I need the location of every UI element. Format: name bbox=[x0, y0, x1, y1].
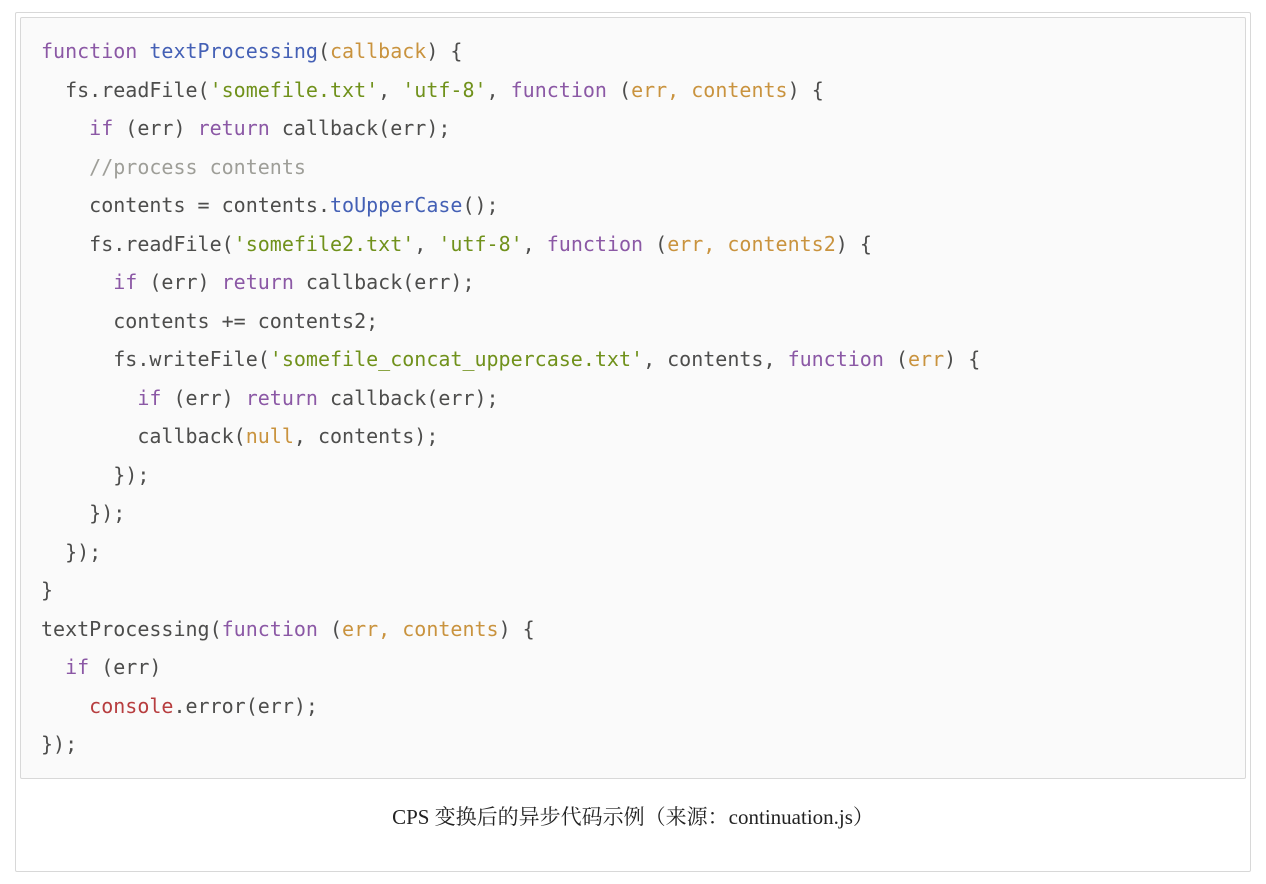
code-text: }); bbox=[41, 540, 101, 564]
keyword: function bbox=[222, 617, 318, 641]
code-text: (err) bbox=[137, 270, 221, 294]
keyword: return bbox=[246, 386, 318, 410]
keyword: if bbox=[89, 116, 113, 140]
code-text: , bbox=[523, 232, 547, 256]
code-text bbox=[41, 270, 113, 294]
code-text: contents += contents2; bbox=[41, 309, 378, 333]
builtin: console bbox=[89, 694, 173, 718]
code-text: textProcessing( bbox=[41, 617, 222, 641]
param: err, contents bbox=[631, 78, 788, 102]
code-text: (); bbox=[462, 193, 498, 217]
param: err, contents2 bbox=[667, 232, 836, 256]
code-text bbox=[41, 155, 89, 179]
code-text: ( bbox=[318, 39, 330, 63]
code-text: , contents); bbox=[294, 424, 439, 448]
string: 'somefile_concat_uppercase.txt' bbox=[270, 347, 643, 371]
code-text bbox=[41, 386, 137, 410]
figure-container: function textProcessing(callback) { fs.r… bbox=[15, 12, 1251, 872]
keyword: function bbox=[547, 232, 643, 256]
literal: null bbox=[246, 424, 294, 448]
code-text: .error(err); bbox=[173, 694, 318, 718]
code-text: } bbox=[41, 578, 53, 602]
code-text: (err) bbox=[113, 116, 197, 140]
code-text: contents = contents. bbox=[41, 193, 330, 217]
code-text: }); bbox=[41, 732, 77, 756]
code-text: , bbox=[414, 232, 438, 256]
code-text: ) { bbox=[499, 617, 535, 641]
code-text: }); bbox=[41, 501, 125, 525]
code-text: fs.readFile( bbox=[41, 232, 234, 256]
code-text: callback(err); bbox=[294, 270, 475, 294]
string: 'utf-8' bbox=[402, 78, 486, 102]
param: callback bbox=[330, 39, 426, 63]
keyword: return bbox=[198, 116, 270, 140]
function-name: textProcessing bbox=[149, 39, 318, 63]
code-text: ) { bbox=[426, 39, 462, 63]
code-text: callback(err); bbox=[318, 386, 499, 410]
keyword: if bbox=[65, 655, 89, 679]
method: toUpperCase bbox=[330, 193, 462, 217]
code-text: , contents, bbox=[643, 347, 788, 371]
keyword: function bbox=[788, 347, 884, 371]
string: 'somefile.txt' bbox=[210, 78, 379, 102]
code-block: function textProcessing(callback) { fs.r… bbox=[20, 17, 1246, 779]
keyword: function bbox=[41, 39, 137, 63]
param: err bbox=[908, 347, 944, 371]
code-text: (err) bbox=[89, 655, 161, 679]
keyword: return bbox=[222, 270, 294, 294]
code-text: ( bbox=[884, 347, 908, 371]
code-text bbox=[41, 655, 65, 679]
code-text: }); bbox=[41, 463, 149, 487]
code-text: ( bbox=[643, 232, 667, 256]
code-text: ) { bbox=[944, 347, 980, 371]
keyword: function bbox=[511, 78, 607, 102]
string: 'somefile2.txt' bbox=[234, 232, 415, 256]
code-text: ) { bbox=[788, 78, 824, 102]
code-text bbox=[41, 116, 89, 140]
comment: //process contents bbox=[89, 155, 306, 179]
code-text: ( bbox=[318, 617, 342, 641]
string: 'utf-8' bbox=[438, 232, 522, 256]
code-text: (err) bbox=[161, 386, 245, 410]
keyword: if bbox=[113, 270, 137, 294]
code-text: ( bbox=[607, 78, 631, 102]
code-text: callback( bbox=[41, 424, 246, 448]
param: err, contents bbox=[342, 617, 499, 641]
keyword: if bbox=[137, 386, 161, 410]
code-text: fs.readFile( bbox=[41, 78, 210, 102]
figure-caption: CPS 变换后的异步代码示例（来源：continuation.js） bbox=[20, 801, 1246, 831]
code-text: ) { bbox=[836, 232, 872, 256]
code-text bbox=[41, 694, 89, 718]
code-text: fs.writeFile( bbox=[41, 347, 270, 371]
code-text: , bbox=[487, 78, 511, 102]
code-text: callback(err); bbox=[270, 116, 451, 140]
code-text: , bbox=[378, 78, 402, 102]
